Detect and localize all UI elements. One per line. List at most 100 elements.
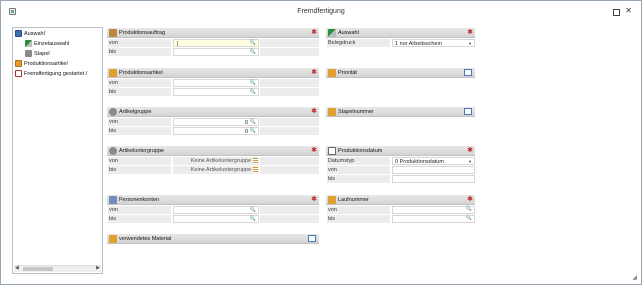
scroll-left-icon[interactable]: ◀: [15, 265, 19, 271]
order-icon: [109, 29, 117, 37]
pin-icon[interactable]: ✱: [311, 28, 317, 37]
priority-icon: [328, 69, 336, 77]
personenkonten-von-input[interactable]: 🔍: [173, 206, 259, 214]
panel-artikelgruppe: Artikelgruppe ✱ von 0 🔍 bis 0 🔍: [107, 107, 319, 137]
search-icon[interactable]: 🔍: [250, 88, 256, 96]
row-von: von 🔍: [107, 79, 319, 87]
search-icon[interactable]: 🔍: [250, 215, 256, 223]
row-von: von | 🔍: [107, 39, 319, 47]
belegdruck-select[interactable]: 1 nur Arbeitsschein ▼: [392, 39, 475, 47]
search-icon[interactable]: 🔍: [466, 206, 472, 212]
panel-header: Artikelgruppe ✱: [107, 107, 319, 117]
row-von: von 🔍: [326, 206, 475, 214]
panel-verwendetes-material: verwendetes Material: [107, 234, 319, 244]
row-datumstyp: Datumstyp 0 Produktionsdatum ▼: [326, 157, 475, 165]
subgroup-icon: [109, 147, 117, 155]
produktionsauftrag-bis-input[interactable]: 🔍: [173, 48, 259, 56]
calendar-icon: [328, 147, 336, 155]
pin-icon[interactable]: ✱: [311, 146, 317, 155]
pin-icon[interactable]: ✱: [467, 195, 473, 204]
tree-item-einzelauswahl[interactable]: Einzelauswahl: [25, 40, 69, 49]
row-bis: bis 0 🔍: [107, 127, 319, 135]
row-belegdruck: Belegdruck 1 nur Arbeitsschein ▼: [326, 39, 475, 47]
close-button[interactable]: ✕: [625, 6, 632, 16]
panel-header: Auswahl ✱: [326, 28, 475, 38]
datumstyp-select[interactable]: 0 Produktionsdatum ▼: [392, 157, 475, 165]
artikeluntergruppe-von-value[interactable]: Keine Artikeluntergruppe: [173, 157, 259, 165]
tree-item-auswahl[interactable]: Auswahl: [15, 30, 45, 39]
panel-header: Stapelnummer: [326, 107, 475, 117]
resize-grip-icon[interactable]: ◢: [632, 274, 637, 281]
row-von: von: [326, 166, 475, 174]
personenkonten-bis-input[interactable]: 🔍: [173, 215, 259, 223]
panel-header: Produktionsartikel ✱: [107, 68, 319, 78]
person-icon: [109, 196, 117, 204]
panel-header: verwendetes Material: [107, 234, 319, 244]
panel-laufnummer: Laufnummer ✱ von 🔍 bis 🔍: [326, 195, 475, 225]
produktionsdatum-bis-input[interactable]: [392, 175, 475, 183]
laufnummer-von-input[interactable]: 🔍: [392, 206, 475, 214]
panel-personenkonten: Personenkonten ✱ von 🔍 bis 🔍: [107, 195, 319, 225]
row-bis: bis Keine Artikeluntergruppe: [107, 166, 319, 174]
scroll-thumb[interactable]: [23, 267, 53, 271]
search-icon[interactable]: 🔍: [250, 118, 256, 126]
panel-stapelnummer: Stapelnummer: [326, 107, 475, 117]
title-bar: Fremdfertigung ✕: [1, 1, 641, 23]
panel-prioritaet: Priorität: [326, 68, 475, 78]
chevron-down-icon[interactable]: ▼: [468, 40, 472, 48]
row-bis: bis 🔍: [326, 215, 475, 223]
folder-icon: [15, 30, 22, 38]
pencil-icon: [25, 40, 32, 48]
pin-icon[interactable]: ✱: [467, 28, 473, 37]
search-icon[interactable]: 🔍: [250, 206, 256, 214]
panel-produktionsdatum: Produktionsdatum ✱ Datumstyp 0 Produktio…: [326, 146, 475, 185]
list-icon[interactable]: [253, 167, 258, 173]
search-icon[interactable]: 🔍: [250, 79, 256, 87]
horizontal-scrollbar[interactable]: ◀ ▶: [14, 265, 101, 272]
article-icon: [109, 69, 117, 77]
expand-button[interactable]: [308, 235, 316, 242]
pin-icon[interactable]: ✱: [467, 146, 473, 155]
search-icon[interactable]: 🔍: [250, 48, 256, 56]
tree-item-produktionsartikel[interactable]: Produktionsartikel: [15, 60, 68, 69]
panel-produktionsauftrag: Produktionsauftrag ✱ von | 🔍 bis 🔍: [107, 28, 319, 58]
main-window: Fremdfertigung ✕ Auswahl Einzelauswahl S…: [0, 0, 642, 285]
artikeluntergruppe-bis-value[interactable]: Keine Artikeluntergruppe: [173, 166, 259, 174]
row-bis: bis 🔍: [107, 48, 319, 56]
chevron-down-icon[interactable]: ▼: [468, 158, 472, 166]
artikelgruppe-von-input[interactable]: 0 🔍: [173, 118, 259, 126]
list-icon[interactable]: [253, 158, 258, 164]
number-icon: [328, 196, 336, 204]
produktionsartikel-von-input[interactable]: 🔍: [173, 79, 259, 87]
laufnummer-bis-input[interactable]: 🔍: [392, 215, 475, 223]
material-icon: [109, 235, 117, 243]
search-icon[interactable]: 🔍: [250, 39, 256, 47]
tree-item-fremdfertigung[interactable]: Fremdfertigung gestartet /: [15, 70, 87, 79]
document-icon: [15, 70, 22, 78]
pin-icon[interactable]: ✱: [311, 107, 317, 116]
produktionsartikel-bis-input[interactable]: 🔍: [173, 88, 259, 96]
tree-item-stapel[interactable]: Stapel: [25, 50, 50, 59]
scroll-right-icon[interactable]: ▶: [96, 265, 100, 271]
panel-artikeluntergruppe: Artikeluntergruppe ✱ von Keine Artikelun…: [107, 146, 319, 176]
window-title: Fremdfertigung: [297, 8, 345, 15]
row-bis: bis 🔍: [107, 88, 319, 96]
panel-header: Priorität: [326, 68, 475, 78]
search-icon[interactable]: 🔍: [466, 215, 472, 221]
search-icon[interactable]: 🔍: [250, 127, 256, 135]
produktionsauftrag-von-input[interactable]: | 🔍: [173, 39, 259, 47]
produktionsdatum-von-input[interactable]: [392, 166, 475, 174]
artikelgruppe-bis-input[interactable]: 0 🔍: [173, 127, 259, 135]
panel-header: Produktionsauftrag ✱: [107, 28, 319, 38]
row-von: von Keine Artikeluntergruppe: [107, 157, 319, 165]
row-bis: bis 🔍: [107, 215, 319, 223]
row-von: von 🔍: [107, 206, 319, 214]
expand-button[interactable]: [464, 69, 472, 76]
pin-icon[interactable]: ✱: [311, 68, 317, 77]
row-von: von 0 🔍: [107, 118, 319, 126]
stack-icon: [328, 108, 336, 116]
pin-icon[interactable]: ✱: [311, 195, 317, 204]
maximize-button[interactable]: [613, 9, 620, 16]
navigation-tree[interactable]: Auswahl Einzelauswahl Stapel Produktions…: [12, 27, 103, 274]
expand-button[interactable]: [464, 108, 472, 115]
